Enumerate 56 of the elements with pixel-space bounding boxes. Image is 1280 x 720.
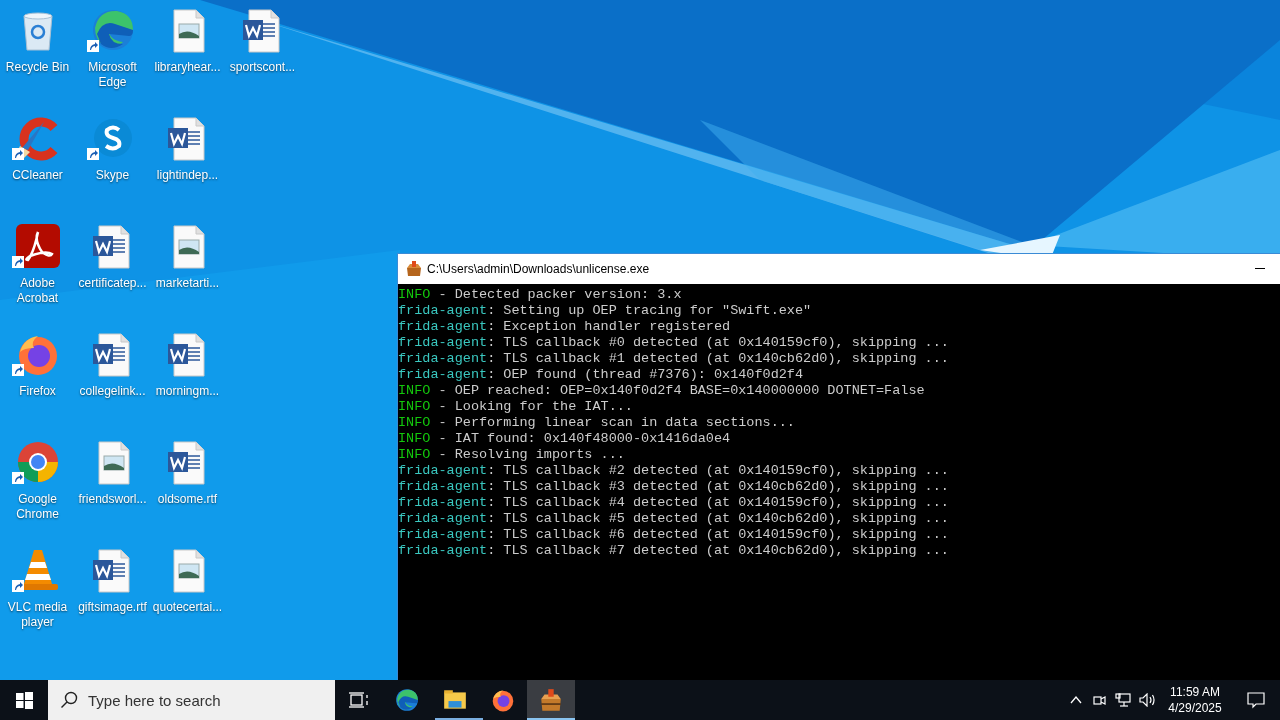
desktop-icon-label[interactable]: lightindep...: [150, 168, 225, 183]
desktop-icon-label[interactable]: certificatep...: [75, 276, 150, 291]
console-line: frida-agent: Setting up OEP tracing for "Swift.exe": [398, 303, 813, 319]
desktop-icon-label[interactable]: Google Chrome: [0, 492, 75, 522]
console-line: INFO - Looking for the IAT...: [398, 399, 634, 415]
console-line: frida-agent: TLS callback #1 detected (at 0x140cb62d0), skipping ...: [398, 351, 950, 367]
desktop-icon-label[interactable]: Adobe Acrobat: [0, 276, 75, 306]
firefox-icon: [490, 687, 516, 713]
console-line: INFO - Detected packer version: 3.x: [398, 287, 683, 303]
desktop-icon-label[interactable]: Firefox: [0, 384, 75, 399]
clock-date: 4/29/2025: [1168, 700, 1222, 716]
box-icon: [538, 687, 564, 713]
windows-logo-icon: [15, 691, 33, 709]
taskbar-app-button[interactable]: [527, 680, 575, 720]
desktop-icon-label[interactable]: morningm...: [150, 384, 225, 399]
window-title: C:\Users\admin\Downloads\unlicense.exe: [427, 261, 650, 278]
box-icon: [405, 260, 423, 278]
chevron-up-icon[interactable]: [1070, 696, 1082, 704]
desktop-icon-label[interactable]: giftsimage.rtf: [75, 600, 150, 615]
clock[interactable]: 11:59 AM 4/29/2025: [1164, 684, 1226, 716]
network-icon[interactable]: [1115, 693, 1131, 707]
desktop-icon-label[interactable]: oldsome.rtf: [150, 492, 225, 507]
console-line: frida-agent: TLS callback #0 detected (at 0x140159cf0), skipping ...: [398, 335, 950, 351]
console-line: INFO - IAT found: 0x140f48000-0x1416da0e4: [398, 431, 732, 447]
desktop-icon-label[interactable]: Microsoft Edge: [75, 60, 150, 90]
search-icon: [60, 691, 78, 709]
edge-icon: [394, 687, 420, 713]
console-line: frida-agent: TLS callback #4 detected (at 0x140159cf0), skipping ...: [398, 495, 950, 511]
clock-time: 11:59 AM: [1170, 684, 1220, 700]
desktop-icon-label[interactable]: CCleaner: [0, 168, 75, 183]
camera-icon[interactable]: [1092, 693, 1106, 707]
notification-icon: [1247, 691, 1265, 709]
desktop-icon-label[interactable]: sportscont...: [225, 60, 300, 75]
acrobat-icon: [13, 222, 62, 270]
desktop-icon-label[interactable]: libraryhear...: [150, 60, 225, 75]
desktop-icon-label[interactable]: marketarti...: [150, 276, 225, 291]
search-field[interactable]: Type here to search: [48, 680, 335, 720]
desktop-icon-label[interactable]: VLC media player: [0, 600, 75, 630]
console-line: frida-agent: Exception handler registered: [398, 319, 732, 335]
console-line: INFO - Resolving imports ...: [398, 447, 626, 463]
desktop-icon-label[interactable]: Skype: [75, 168, 150, 183]
console-line: frida-agent: OEP found (thread #7376): 0x140f0d2f4: [398, 367, 805, 383]
console-line: INFO - Performing linear scan in data sections...: [398, 415, 796, 431]
console-line: frida-agent: TLS callback #7 detected (at 0x140cb62d0), skipping ...: [398, 543, 950, 559]
console-line: frida-agent: TLS callback #3 detected (at 0x140cb62d0), skipping ...: [398, 479, 950, 495]
speaker-icon[interactable]: [1139, 693, 1156, 707]
console-line: frida-agent: TLS callback #6 detected (at 0x140159cf0), skipping ...: [398, 527, 950, 543]
desktop-icon-label[interactable]: quotecertai...: [150, 600, 225, 615]
console-line: frida-agent: TLS callback #2 detected (at 0x140159cf0), skipping ...: [398, 463, 950, 479]
minimize-icon: [1255, 268, 1265, 270]
console-line: frida-agent: TLS callback #5 detected (at 0x140cb62d0), skipping ...: [398, 511, 950, 527]
desktop-icon-label[interactable]: collegelink...: [75, 384, 150, 399]
task-view-icon: [349, 692, 369, 708]
console-line: INFO - OEP reached: OEP=0x140f0d2f4 BASE=0x140000000 DOTNET=False: [398, 383, 926, 399]
desktop-icon-label[interactable]: friendsworl...: [75, 492, 150, 507]
desktop-icon-label[interactable]: Recycle Bin: [0, 60, 75, 75]
